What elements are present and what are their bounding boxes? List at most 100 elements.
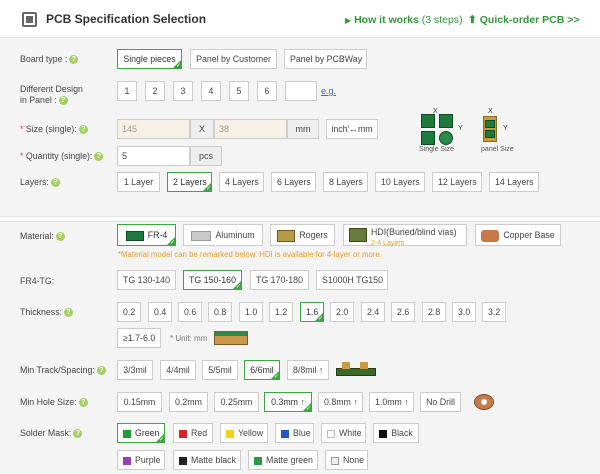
material-note: *Material model can be remarked below. H… <box>118 250 382 259</box>
hole-0-8[interactable]: 0.8mm ↑ <box>318 392 363 412</box>
material-rogers[interactable]: Rogers <box>270 224 335 246</box>
material-copper-base[interactable]: Copper Base <box>475 224 561 246</box>
layers-option-1[interactable]: 1 Layer <box>117 172 160 192</box>
thickness-0-2[interactable]: 0.2 <box>117 302 141 322</box>
layers-option-6[interactable]: 6 Layers <box>271 172 316 192</box>
red-swatch <box>179 429 187 438</box>
layers-option-12[interactable]: 12 Layers <box>432 172 482 192</box>
how-it-works-link[interactable]: ▶ How it works (3 steps) <box>345 14 463 26</box>
design-count-custom-input[interactable] <box>285 81 317 101</box>
track-6-6[interactable]: 6/6mil ✓ <box>244 360 280 380</box>
mask-matte-green[interactable]: Matte green <box>248 450 318 470</box>
size-width-input[interactable]: 145 <box>117 119 190 139</box>
thickness-0-8[interactable]: 0.8 <box>208 302 232 322</box>
solder-mask-label: Solder Mask:? <box>20 428 83 439</box>
mask-blue[interactable]: Blue <box>275 423 314 443</box>
layers-option-14[interactable]: 14 Layers <box>489 172 539 192</box>
board-type-single[interactable]: Single pieces ✓ <box>117 49 182 69</box>
layers-option-2[interactable]: 2 Layers ✓ <box>167 172 212 192</box>
size-height-input[interactable]: 38 <box>214 119 287 139</box>
layers-option-4[interactable]: 4 Layers <box>219 172 264 192</box>
hole-0-3[interactable]: 0.3mm ↑ ✓ <box>264 392 312 412</box>
help-icon[interactable]: ? <box>96 366 106 376</box>
design-count-5[interactable]: 5 <box>229 81 249 101</box>
thickness-2-4[interactable]: 2.4 <box>361 302 385 322</box>
thickness-board-icon <box>214 331 248 345</box>
track-8-8[interactable]: 8/8mil ↑ <box>287 360 329 380</box>
hole-0-25[interactable]: 0.25mm <box>214 392 259 412</box>
board-type-label: Board type :? <box>20 54 79 65</box>
design-count-6[interactable]: 6 <box>257 81 277 101</box>
hole-size-label: Min Hole Size:? <box>20 397 88 408</box>
board-type-panel-pcbway[interactable]: Panel by PCBWay <box>284 49 367 69</box>
track-5-5[interactable]: 5/5mil <box>202 360 238 380</box>
tg-130-140[interactable]: TG 130-140 <box>117 270 176 290</box>
thickness-2-0[interactable]: 2.0 <box>330 302 354 322</box>
thickness-unit-note: * Unit: mm <box>170 334 208 343</box>
help-icon[interactable]: ? <box>69 55 79 65</box>
material-aluminum[interactable]: Aluminum <box>183 224 263 246</box>
design-count-4[interactable]: 4 <box>201 81 221 101</box>
thickness-3-2[interactable]: 3.2 <box>482 302 506 322</box>
matte-green-swatch <box>254 456 262 465</box>
hole-0-15[interactable]: 0.15mm <box>117 392 162 412</box>
thickness-custom[interactable]: ≥1.7-6.0 <box>117 328 161 348</box>
green-swatch <box>123 429 131 438</box>
thickness-0-4[interactable]: 0.4 <box>148 302 172 322</box>
mask-black[interactable]: Black <box>373 423 419 443</box>
thickness-1-0[interactable]: 1.0 <box>239 302 263 322</box>
help-icon[interactable]: ? <box>94 152 104 162</box>
track-3-3[interactable]: 3/3mil <box>117 360 153 380</box>
fr4-tg-label: FR4-TG: <box>20 276 55 286</box>
design-count-1[interactable]: 1 <box>117 81 137 101</box>
copper-base-icon <box>481 229 500 242</box>
material-label: Material:? <box>20 231 65 242</box>
board-type-panel-customer[interactable]: Panel by Customer <box>190 49 277 69</box>
quantity-label: * Quantity (single):? <box>20 151 104 162</box>
thickness-1-2[interactable]: 1.2 <box>269 302 293 322</box>
track-4-4[interactable]: 4/4mil <box>160 360 196 380</box>
thickness-3-0[interactable]: 3.0 <box>452 302 476 322</box>
white-swatch <box>327 429 335 438</box>
help-icon[interactable]: ? <box>55 232 65 242</box>
example-link[interactable]: e.g. <box>321 86 336 96</box>
quick-order-link[interactable]: ⬆ Quick-order PCB >> <box>468 14 580 26</box>
design-count-2[interactable]: 2 <box>145 81 165 101</box>
section-divider <box>0 216 600 222</box>
tg-170-180[interactable]: TG 170-180 <box>250 270 309 290</box>
tg-s1000h[interactable]: S1000H TG150 <box>316 270 388 290</box>
help-icon[interactable]: ? <box>78 398 88 408</box>
thickness-label: Thickness:? <box>20 307 74 318</box>
layers-option-10[interactable]: 10 Layers <box>375 172 425 192</box>
section-header: PCB Specification Selection ▶ How it wor… <box>0 0 600 38</box>
material-hdi[interactable]: HDI(Buried/blind vias) 2-4 Layers <box>343 224 467 247</box>
help-icon[interactable]: ? <box>78 125 88 135</box>
thickness-2-6[interactable]: 2.6 <box>391 302 415 322</box>
thickness-0-6[interactable]: 0.6 <box>178 302 202 322</box>
help-icon[interactable]: ? <box>64 308 74 318</box>
mask-matte-black[interactable]: Matte black <box>173 450 241 470</box>
tg-150-160[interactable]: TG 150-160 ✓ <box>183 270 242 290</box>
mask-red[interactable]: Red <box>173 423 213 443</box>
fr4-board-icon <box>125 230 144 241</box>
mask-yellow[interactable]: Yellow <box>220 423 268 443</box>
unit-convert-button[interactable]: inch'↔mm <box>326 119 378 139</box>
aluminum-icon <box>191 230 212 241</box>
mask-none[interactable]: None <box>325 450 368 470</box>
matte-black-swatch <box>179 456 187 465</box>
help-icon[interactable]: ? <box>73 429 83 439</box>
help-icon[interactable]: ? <box>58 96 68 106</box>
help-icon[interactable]: ? <box>50 178 60 188</box>
thickness-2-8[interactable]: 2.8 <box>422 302 446 322</box>
mask-white[interactable]: White <box>321 423 366 443</box>
material-fr4[interactable]: FR-4 ✓ <box>117 224 176 246</box>
mask-green[interactable]: Green ✓ <box>117 423 165 443</box>
thickness-1-6[interactable]: 1.6 ✓ <box>300 302 324 322</box>
design-count-3[interactable]: 3 <box>173 81 193 101</box>
hole-0-2[interactable]: 0.2mm <box>169 392 208 412</box>
hole-1-0[interactable]: 1.0mm ↑ <box>369 392 414 412</box>
mask-purple[interactable]: Purple <box>117 450 165 470</box>
layers-option-8[interactable]: 8 Layers <box>323 172 368 192</box>
quantity-input[interactable]: 5 <box>117 146 190 166</box>
hole-no-drill[interactable]: No Drill <box>420 392 461 412</box>
